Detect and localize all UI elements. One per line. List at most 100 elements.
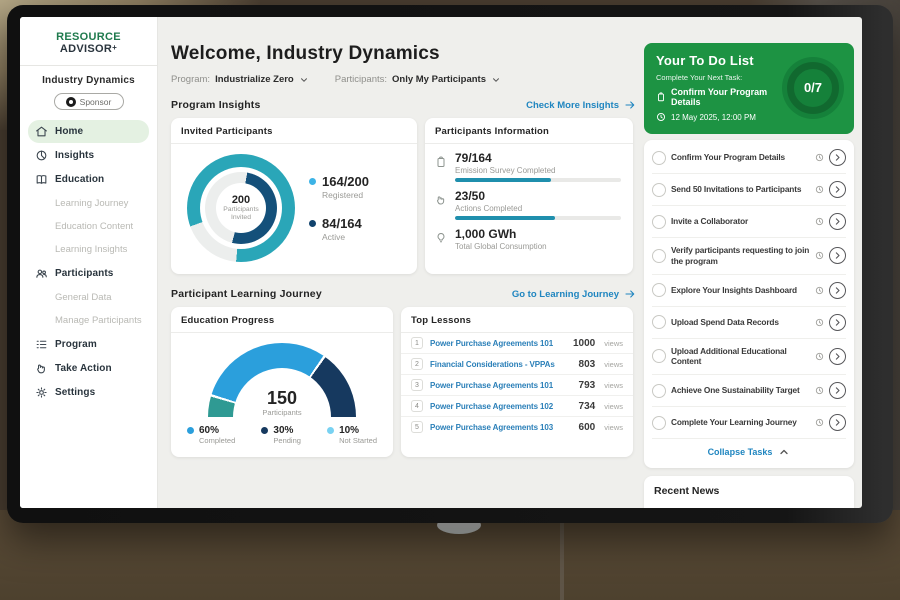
lesson-title-link[interactable]: Power Purchase Agreements 101: [430, 381, 572, 390]
org-name: Industry Dynamics: [28, 75, 149, 86]
lesson-title-link[interactable]: Financial Considerations - VPPAs: [430, 360, 572, 369]
go-to-learning-journey-link[interactable]: Go to Learning Journey: [512, 288, 636, 300]
deadline-clock-icon: [815, 286, 824, 295]
lesson-title-link[interactable]: Power Purchase Agreements 101: [430, 339, 566, 348]
gauge-center-label: Participants: [208, 408, 356, 417]
education-card-title: Education Progress: [171, 307, 393, 333]
lesson-row[interactable]: 4 Power Purchase Agreements 102 734 view…: [401, 396, 633, 417]
sidebar-item-education-content[interactable]: Education Content: [28, 215, 149, 238]
stat-consumption: 1,000 GWh Total Global Consumption: [435, 227, 621, 254]
chevron-down-icon: [299, 75, 309, 85]
legend-registered: 164/200 Registered: [309, 174, 369, 200]
clock-icon: [656, 112, 666, 122]
sponsor-icon: [66, 97, 76, 107]
invited-card-title: Invited Participants: [171, 118, 417, 144]
active-value: 84/164: [322, 216, 362, 231]
lesson-row[interactable]: 5 Power Purchase Agreements 103 600 view…: [401, 417, 633, 437]
task-checkbox[interactable]: [652, 183, 666, 197]
sidebar-item-participants[interactable]: Participants: [28, 262, 149, 285]
arrow-right-icon: [624, 99, 636, 111]
donut-legend: 164/200 Registered 84/164 Active: [309, 174, 369, 242]
task-go-button[interactable]: [829, 247, 846, 264]
brand-secondary: ADVISOR: [60, 43, 112, 55]
deadline-clock-icon: [815, 251, 824, 260]
sidebar-item-insights[interactable]: Insights: [28, 144, 149, 167]
legend-dot-active: [309, 220, 316, 227]
task-go-button[interactable]: [829, 382, 846, 399]
task-checkbox[interactable]: [652, 283, 666, 297]
task-row: Invite a Collaborator: [652, 206, 846, 238]
deadline-clock-icon: [815, 153, 824, 162]
lesson-title-link[interactable]: Power Purchase Agreements 102: [430, 402, 572, 411]
check-more-insights-link[interactable]: Check More Insights: [526, 99, 636, 111]
clipboard-icon: [435, 155, 447, 167]
sidebar-item-manage-participants[interactable]: Manage Participants: [28, 309, 149, 332]
home-icon: [35, 125, 48, 138]
hand-icon: [35, 362, 48, 375]
page-title: Welcome, Industry Dynamics: [171, 43, 636, 65]
insights-cards-row: Invited Participants 200 Par: [171, 118, 636, 274]
sidebar-item-program[interactable]: Program: [28, 333, 149, 356]
lesson-rank: 4: [411, 400, 423, 412]
brand-plus: +: [112, 43, 117, 52]
task-row: Achieve One Sustainability Target: [652, 375, 846, 407]
task-go-button[interactable]: [829, 314, 846, 331]
todo-progress-ring: 0/7: [782, 57, 844, 119]
stat-label: Actions Completed: [455, 204, 621, 213]
task-go-button[interactable]: [829, 282, 846, 299]
task-checkbox[interactable]: [652, 249, 666, 263]
sidebar-item-learning-journey[interactable]: Learning Journey: [28, 192, 149, 215]
sidebar-item-general-data[interactable]: General Data: [28, 286, 149, 309]
lesson-views-word: views: [604, 402, 623, 411]
donut-center: 200 Participants Invited: [187, 154, 295, 262]
sidebar-item-label: Home: [55, 126, 83, 137]
sidebar-item-learning-insights[interactable]: Learning Insights: [28, 238, 149, 261]
background-panel-seam: [560, 520, 564, 600]
list-icon: [35, 338, 48, 351]
sidebar-item-label: Take Action: [55, 363, 112, 374]
task-checkbox[interactable]: [652, 151, 666, 165]
learning-cards-row: Education Progress 150 Participants: [171, 307, 636, 457]
task-checkbox[interactable]: [652, 384, 666, 398]
todo-subtitle: Complete Your Next Task:: [656, 73, 782, 82]
sidebar-item-home[interactable]: Home: [28, 120, 149, 143]
collapse-tasks-link[interactable]: Collapse Tasks: [652, 439, 846, 466]
program-dropdown[interactable]: Program: Industrialize Zero: [171, 74, 309, 85]
sidebar-item-education[interactable]: Education: [28, 168, 149, 191]
task-go-button[interactable]: [829, 149, 846, 166]
app-logo[interactable]: RESOURCE ADVISOR+: [28, 31, 149, 55]
program-filter-label: Program:: [171, 74, 210, 85]
dashboard-screen: RESOURCE ADVISOR+ Industry Dynamics Spon…: [20, 17, 862, 508]
task-go-button[interactable]: [829, 414, 846, 431]
participants-dropdown[interactable]: Participants: Only My Participants: [335, 74, 501, 85]
task-checkbox[interactable]: [652, 215, 666, 229]
lesson-title-link[interactable]: Power Purchase Agreements 103: [430, 423, 572, 432]
education-progress-card: Education Progress 150 Participants: [171, 307, 393, 457]
actions-progress-track: [455, 216, 621, 220]
task-checkbox[interactable]: [652, 315, 666, 329]
sponsor-badge[interactable]: Sponsor: [54, 93, 124, 110]
monitor-bezel: RESOURCE ADVISOR+ Industry Dynamics Spon…: [7, 5, 893, 523]
task-go-button[interactable]: [829, 181, 846, 198]
donut-center-label: Participants Invited: [223, 206, 259, 223]
lesson-row[interactable]: 3 Power Purchase Agreements 101 793 view…: [401, 375, 633, 396]
bulb-icon: [435, 231, 447, 243]
deadline-clock-icon: [815, 185, 824, 194]
education-gauge-chart: 150 Participants: [208, 343, 356, 417]
sidebar-item-take-action[interactable]: Take Action: [28, 357, 149, 380]
stat-value: 1,000 GWh: [455, 227, 621, 241]
task-row: Send 50 Invitations to Participants: [652, 174, 846, 206]
lesson-rank: 5: [411, 421, 423, 433]
lesson-row[interactable]: 1 Power Purchase Agreements 101 1000 vie…: [401, 333, 633, 354]
lesson-views-word: views: [604, 423, 623, 432]
participants-information-card: Participants Information 79/164 Emission…: [425, 118, 633, 274]
sidebar-item-settings[interactable]: Settings: [28, 381, 149, 404]
emission-progress-fill: [455, 178, 551, 182]
task-checkbox[interactable]: [652, 416, 666, 430]
lesson-rank: 2: [411, 358, 423, 370]
task-checkbox[interactable]: [652, 349, 666, 363]
task-go-button[interactable]: [829, 213, 846, 230]
lesson-row[interactable]: 2 Financial Considerations - VPPAs 803 v…: [401, 354, 633, 375]
task-go-button[interactable]: [829, 348, 846, 365]
lesson-rank: 3: [411, 379, 423, 391]
